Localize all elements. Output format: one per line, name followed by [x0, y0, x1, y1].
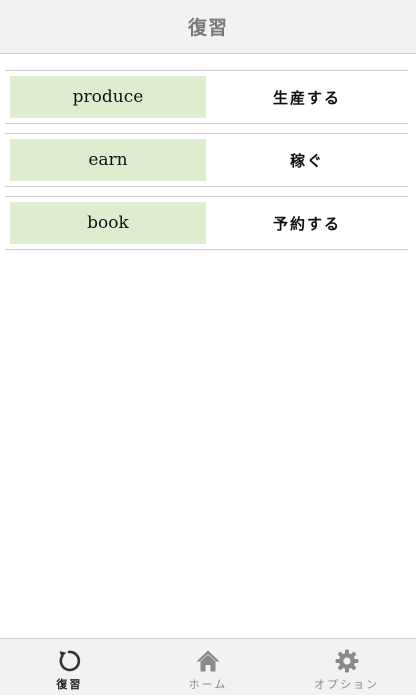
page-title: 復習 — [187, 17, 228, 39]
meaning-text: 稼ぐ — [289, 151, 324, 170]
top-header: 復習 — [0, 0, 416, 54]
list-item: book 予約する — [5, 196, 408, 250]
tab-home-label: ホーム — [188, 678, 228, 691]
tab-review[interactable]: 復習 — [0, 639, 139, 695]
home-icon — [196, 650, 220, 672]
review-list: produce 生産する earn 稼ぐ book 予約する — [5, 70, 408, 259]
list-item: earn 稼ぐ — [5, 133, 408, 187]
tab-home[interactable]: ホーム — [139, 639, 278, 695]
list-item: produce 生産する — [5, 70, 408, 124]
word-card[interactable]: produce — [10, 76, 206, 118]
meaning-text: 予約する — [272, 214, 341, 233]
tab-review-label: 復習 — [56, 678, 83, 691]
meaning-text: 生産する — [272, 88, 341, 107]
bottom-tab-bar: 復習 ホーム オプション — [0, 638, 416, 695]
refresh-icon — [59, 650, 81, 672]
tab-options[interactable]: オプション — [277, 639, 416, 695]
gear-icon — [335, 649, 359, 673]
word-card[interactable]: book — [10, 202, 206, 244]
app-screen: 復習 produce 生産する earn 稼ぐ book 予約する 復習 ホーム… — [0, 0, 416, 695]
tab-options-label: オプション — [314, 678, 380, 691]
word-card[interactable]: earn — [10, 139, 206, 181]
